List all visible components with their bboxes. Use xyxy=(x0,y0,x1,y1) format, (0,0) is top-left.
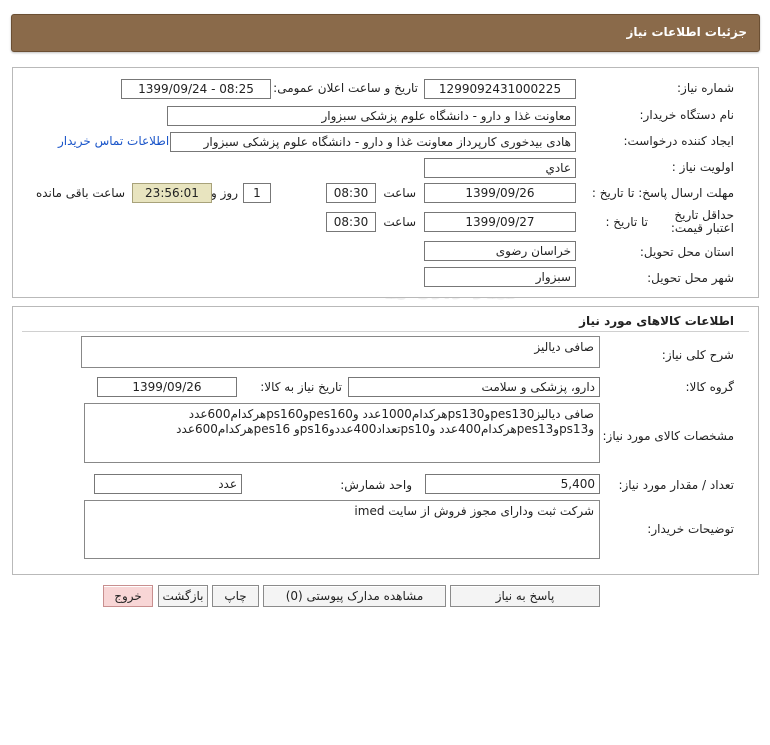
goods-group-label: گروه کالا: xyxy=(685,380,735,394)
buyer-org-field: معاونت غذا و دارو - دانشگاه علوم پزشکی س… xyxy=(167,106,576,126)
remaining-time-field: 23:56:01 xyxy=(132,183,212,203)
summary-field: صافی دیالیز xyxy=(81,336,600,368)
view-attachments-button[interactable]: مشاهده مدارک پیوستی (0) xyxy=(263,585,446,607)
buyer-notes-label: توضیحات خریدار: xyxy=(647,522,734,536)
priority-field: عادي xyxy=(424,158,576,178)
qty-field: 5,400 xyxy=(425,474,600,494)
exit-button[interactable]: خروج xyxy=(103,585,153,607)
reply-button[interactable]: پاسخ به نیاز xyxy=(450,585,600,607)
validity-time-field: 08:30 xyxy=(326,212,376,232)
province-field: خراسان رضوی xyxy=(424,241,576,261)
buyer-org-label: نام دستگاه خریدار: xyxy=(639,108,735,122)
specs-label: مشخصات کالای مورد نیاز: xyxy=(602,429,734,443)
goods-section-divider xyxy=(22,331,749,332)
buyer-contact-link[interactable]: اطلاعات تماس خریدار xyxy=(58,134,169,148)
page-header: جزئیات اطلاعات نیاز xyxy=(11,14,760,52)
page-title: جزئیات اطلاعات نیاز xyxy=(626,25,747,39)
goods-section-title: اطلاعات کالاهای مورد نیاز xyxy=(579,314,734,328)
days-field: 1 xyxy=(243,183,271,203)
days-label: روز و xyxy=(211,186,238,200)
print-button[interactable]: چاپ xyxy=(212,585,259,607)
city-field: سبزوار xyxy=(424,267,576,287)
specs-field: صافی دیالیزpes130وps130هرکدام1000عدد وpe… xyxy=(84,403,600,463)
qty-label: تعداد / مقدار مورد نیاز: xyxy=(618,478,734,492)
validity-date-field: 1399/09/27 xyxy=(424,212,576,232)
city-label: شهر محل تحویل: xyxy=(647,271,734,285)
remaining-label: ساعت باقی مانده xyxy=(35,186,125,200)
need-number-label: شماره نیاز: xyxy=(677,81,734,95)
validity-to-label: تا تاریخ : xyxy=(605,215,648,229)
back-button[interactable]: بازگشت xyxy=(158,585,208,607)
buyer-notes-field: شرکت ثبت ودارای مجوز فروش از سایت imed xyxy=(84,500,600,559)
province-label: استان محل تحویل: xyxy=(639,245,734,259)
announce-label: تاریخ و ساعت اعلان عمومی: xyxy=(273,81,418,95)
summary-label: شرح کلی نیاز: xyxy=(661,348,734,362)
goods-group-field: دارو، پزشکی و سلامت xyxy=(348,377,600,397)
validity-time-label: ساعت xyxy=(383,215,416,229)
priority-label: اولویت نیاز : xyxy=(671,160,734,174)
need-info-panel xyxy=(12,67,759,298)
requester-label: ایجاد کننده درخواست: xyxy=(623,134,734,148)
unit-field: عدد xyxy=(94,474,242,494)
send-time-label: ساعت xyxy=(383,186,416,200)
unit-label: واحد شمارش: xyxy=(340,478,412,492)
send-date-field: 1399/09/26 xyxy=(424,183,576,203)
announce-field: 1399/09/24 - 08:25 xyxy=(121,79,271,99)
send-time-field: 08:30 xyxy=(326,183,376,203)
requester-field: هادی بیدخوری کارپرداز معاونت غذا و دارو … xyxy=(170,132,576,152)
need-date-label: تاریخ نیاز به کالا: xyxy=(260,380,342,394)
validity-label: حداقل تاریخ اعتبار قیمت: xyxy=(670,208,734,235)
need-number-field: 1299092431000225 xyxy=(424,79,576,99)
need-date-field: 1399/09/26 xyxy=(97,377,237,397)
send-deadline-label: مهلت ارسال پاسخ: تا تاریخ : xyxy=(591,186,734,200)
